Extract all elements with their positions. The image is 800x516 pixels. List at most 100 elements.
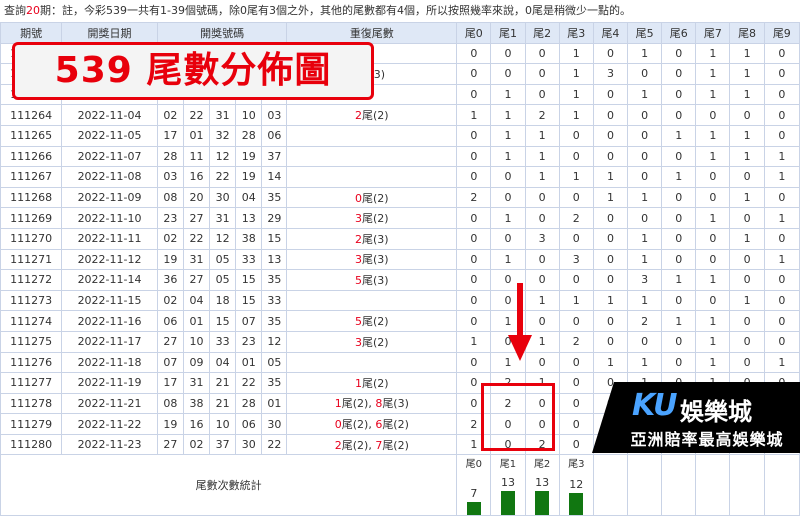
header-tail-8[interactable]: 尾8 xyxy=(729,22,765,44)
repeat-tail-number: 2 xyxy=(355,232,363,246)
number-cell: 10 xyxy=(209,413,237,435)
header-tail-7[interactable]: 尾7 xyxy=(695,22,731,44)
number-cell: 01 xyxy=(182,124,211,147)
repeat-tail-count: 尾(3) xyxy=(362,273,389,287)
tail-count-cell: 0 xyxy=(592,310,629,332)
tail-count-cell: 0 xyxy=(456,310,492,332)
number-cell: 20 xyxy=(182,186,211,209)
header-period[interactable]: 期號 xyxy=(0,22,63,44)
tail-count-cell: 0 xyxy=(661,145,697,168)
tail-count-cell: 0 xyxy=(729,207,765,229)
tail-count-cell: 2 xyxy=(558,330,594,353)
header-numbers[interactable]: 開獎號碼 xyxy=(156,22,288,44)
highlight-box xyxy=(481,383,555,451)
header-date[interactable]: 開獎日期 xyxy=(61,22,158,44)
tail-count-cell: 1 xyxy=(592,166,629,188)
number-cell: 28 xyxy=(156,145,184,168)
date-cell: 2022-11-18 xyxy=(61,351,158,374)
repeat-cell: 0尾(2), 6尾(2) xyxy=(286,413,458,435)
tail-count-cell: 0 xyxy=(763,289,800,312)
number-cell: 02 xyxy=(156,104,184,126)
tail-count-cell: 0 xyxy=(524,248,560,271)
number-cell: 04 xyxy=(182,289,211,312)
number-cell: 12 xyxy=(209,145,237,168)
date-cell: 2022-11-16 xyxy=(61,310,158,332)
tail-count-cell: 0 xyxy=(558,310,594,332)
tail-count-cell: 1 xyxy=(763,207,800,229)
date-cell: 2022-11-19 xyxy=(61,372,158,394)
date-cell: 2022-11-21 xyxy=(61,392,158,415)
header-tail-5[interactable]: 尾5 xyxy=(627,22,663,44)
repeat-cell: 1尾(2) xyxy=(286,372,458,394)
tail-count-cell: 3 xyxy=(524,227,560,250)
tail-count-cell: 1 xyxy=(729,186,765,209)
period-cell: 111280 xyxy=(0,433,63,456)
table-row: 111264 2022-11-04 02 22 31 10 03 2尾(2) 1 1 2 1 0 0 0 0 0… xyxy=(0,104,800,126)
tail-count-cell: 1 xyxy=(592,351,629,374)
table-row: 111273 2022-11-15 02 04 18 15 33 0 0 1 1 1 1 0 0 1 0 xyxy=(0,289,800,312)
number-cell: 18 xyxy=(209,289,237,312)
number-cell: 15 xyxy=(209,310,237,332)
tail-count-cell: 0 xyxy=(627,330,663,353)
summary-count-bar xyxy=(569,493,584,515)
repeat-tail-count: 尾(2) xyxy=(341,438,369,452)
header-tail-0[interactable]: 尾0 xyxy=(456,22,492,44)
repeat-tail-number: 3 xyxy=(355,212,363,226)
summary-empty-cell xyxy=(695,454,731,516)
brand-logo: KU xyxy=(632,388,678,423)
table-row: 111269 2022-11-10 23 27 31 13 29 3尾(2) 0 1 0 2 0 0 0 1 0… xyxy=(0,207,800,229)
tail-count-cell: 0 xyxy=(558,372,594,394)
tail-count-cell: 0 xyxy=(763,186,800,209)
number-cell: 23 xyxy=(156,207,184,229)
header-tail-6[interactable]: 尾6 xyxy=(661,22,697,44)
tail-count-cell: 1 xyxy=(661,310,697,332)
date-cell: 2022-11-11 xyxy=(61,227,158,250)
number-cell: 06 xyxy=(156,310,184,332)
number-cell: 36 xyxy=(156,269,184,291)
summary-bar-wrap: 尾2 13 xyxy=(526,456,558,515)
tail-count-cell: 0 xyxy=(456,63,492,85)
header-tail-4[interactable]: 尾4 xyxy=(592,22,629,44)
tail-count-cell: 1 xyxy=(763,145,800,168)
date-cell: 2022-11-10 xyxy=(61,207,158,229)
date-cell: 2022-11-23 xyxy=(61,433,158,456)
number-cell: 01 xyxy=(235,351,263,374)
tail-count-cell: 0 xyxy=(592,227,629,250)
number-cell: 02 xyxy=(156,289,184,312)
number-cell: 19 xyxy=(235,145,263,168)
repeat-tail-number: 5 xyxy=(355,273,363,287)
number-cell: 35 xyxy=(261,269,288,291)
repeat-tail-number: 5 xyxy=(355,315,363,329)
summary-count-label: 7 xyxy=(470,487,478,501)
number-cell: 32 xyxy=(209,124,237,147)
repeat-tail-count: 尾(3) xyxy=(362,232,389,246)
header-tail-1[interactable]: 尾1 xyxy=(490,22,526,44)
number-cell: 37 xyxy=(261,145,288,168)
tail-count-cell: 0 xyxy=(661,186,697,209)
summary-empty-cell xyxy=(763,454,800,516)
header-tail-9[interactable]: 尾9 xyxy=(763,22,800,44)
number-cell: 05 xyxy=(209,269,237,291)
tail-count-cell: 1 xyxy=(763,166,800,188)
number-cell: 06 xyxy=(261,124,288,147)
number-cell: 06 xyxy=(235,413,263,435)
tail-count-cell: 3 xyxy=(627,269,663,291)
repeat-tail-number: 0 xyxy=(355,191,363,205)
tail-count-cell: 0 xyxy=(558,351,594,374)
table-row: 111266 2022-11-07 28 11 12 19 37 0 1 1 0 0 0 0 1 1 1 xyxy=(0,145,800,168)
repeat-tail-count: 尾(2) xyxy=(362,212,389,226)
number-cell: 15 xyxy=(235,289,263,312)
tail-count-cell: 0 xyxy=(695,289,731,312)
header-tail-3[interactable]: 尾3 xyxy=(558,22,594,44)
header-repeat[interactable]: 重復尾數 xyxy=(286,22,458,44)
number-cell: 35 xyxy=(261,186,288,209)
header-tail-2[interactable]: 尾2 xyxy=(524,22,560,44)
summary-tail-label: 尾3 xyxy=(568,459,585,471)
period-cell: 111279 xyxy=(0,413,63,435)
tail-count-cell: 3 xyxy=(558,248,594,271)
tail-count-cell: 0 xyxy=(558,392,594,415)
tail-count-cell: 0 xyxy=(456,166,492,188)
tail-count-cell: 2 xyxy=(524,104,560,126)
repeat-cell: 3尾(2) xyxy=(286,207,458,229)
tail-count-cell: 0 xyxy=(456,42,492,65)
